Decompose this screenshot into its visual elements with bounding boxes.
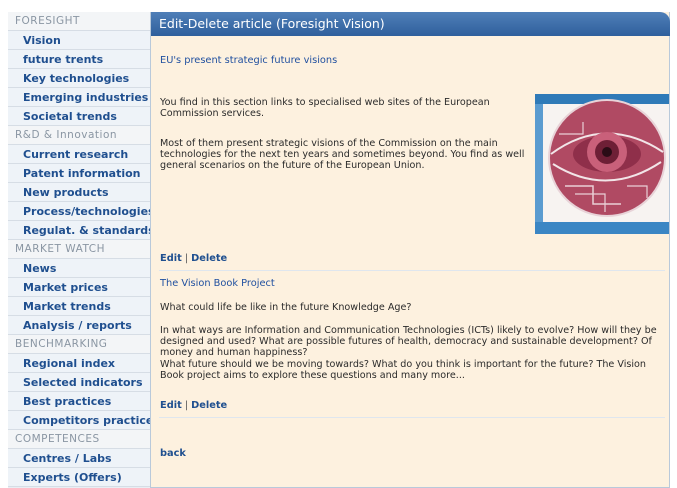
- article-title-link[interactable]: The Vision Book Project: [160, 278, 275, 289]
- nav-experts-offers[interactable]: Experts (Offers): [8, 468, 150, 487]
- delete-link[interactable]: Delete: [191, 400, 227, 411]
- sidebar-nav: FORESIGHT Vision future trents Key techn…: [8, 12, 151, 488]
- edit-link[interactable]: Edit: [160, 400, 182, 411]
- section-foresight: FORESIGHT: [8, 12, 150, 31]
- section-market-watch: MARKET WATCH: [8, 240, 150, 259]
- section-rd-innovation: R&D & Innovation: [8, 126, 150, 145]
- action-separator: |: [184, 400, 189, 411]
- section-competences: COMPETENCES: [8, 430, 150, 449]
- article-paragraph: What could life be like in the future Kn…: [160, 302, 412, 313]
- back-link[interactable]: back: [160, 448, 186, 459]
- article-divider: [159, 270, 665, 271]
- article-paragraph: In what ways are Information and Communi…: [160, 325, 657, 359]
- nav-process-technologies[interactable]: Process/technologies: [8, 202, 150, 221]
- article-paragraph: Most of them present strategic visions o…: [160, 138, 525, 172]
- article-paragraph: What future should we be moving towards?…: [160, 359, 646, 382]
- nav-best-practices[interactable]: Best practices: [8, 392, 150, 411]
- nav-future-trents[interactable]: future trents: [8, 50, 150, 69]
- section-benchmarking: BENCHMARKING: [8, 335, 150, 354]
- nav-news[interactable]: News: [8, 259, 150, 278]
- article-actions: Edit | Delete: [160, 400, 227, 411]
- nav-vision[interactable]: Vision: [8, 31, 150, 50]
- nav-key-technologies[interactable]: Key technologies: [8, 69, 150, 88]
- article-title-link[interactable]: EU's present strategic future visions: [160, 55, 337, 66]
- nav-centres-labs[interactable]: Centres / Labs: [8, 449, 150, 468]
- nav-competitors-practices[interactable]: Competitors practices: [8, 411, 150, 430]
- article-actions: Edit | Delete: [160, 253, 227, 264]
- delete-link[interactable]: Delete: [191, 253, 227, 264]
- page-title: Edit-Delete article (Foresight Vision): [151, 12, 670, 36]
- nav-regional-index[interactable]: Regional index: [8, 354, 150, 373]
- vision-eye-image: [535, 94, 669, 234]
- nav-patent-information[interactable]: Patent information: [8, 164, 150, 183]
- nav-selected-indicators[interactable]: Selected indicators: [8, 373, 150, 392]
- main-panel: Edit-Delete article (Foresight Vision) E…: [150, 12, 670, 488]
- article-divider: [159, 417, 665, 418]
- edit-link[interactable]: Edit: [160, 253, 182, 264]
- action-separator: |: [184, 253, 189, 264]
- nav-emerging-industries[interactable]: Emerging industries: [8, 88, 150, 107]
- nav-analysis-reports[interactable]: Analysis / reports: [8, 316, 150, 335]
- article-paragraph: You find in this section links to specia…: [160, 97, 490, 120]
- nav-current-research[interactable]: Current research: [8, 145, 150, 164]
- nav-market-trends[interactable]: Market trends: [8, 297, 150, 316]
- nav-societal-trends[interactable]: Societal trends: [8, 107, 150, 126]
- nav-market-prices[interactable]: Market prices: [8, 278, 150, 297]
- nav-regulat-standards[interactable]: Regulat. & standards: [8, 221, 150, 240]
- nav-new-products[interactable]: New products: [8, 183, 150, 202]
